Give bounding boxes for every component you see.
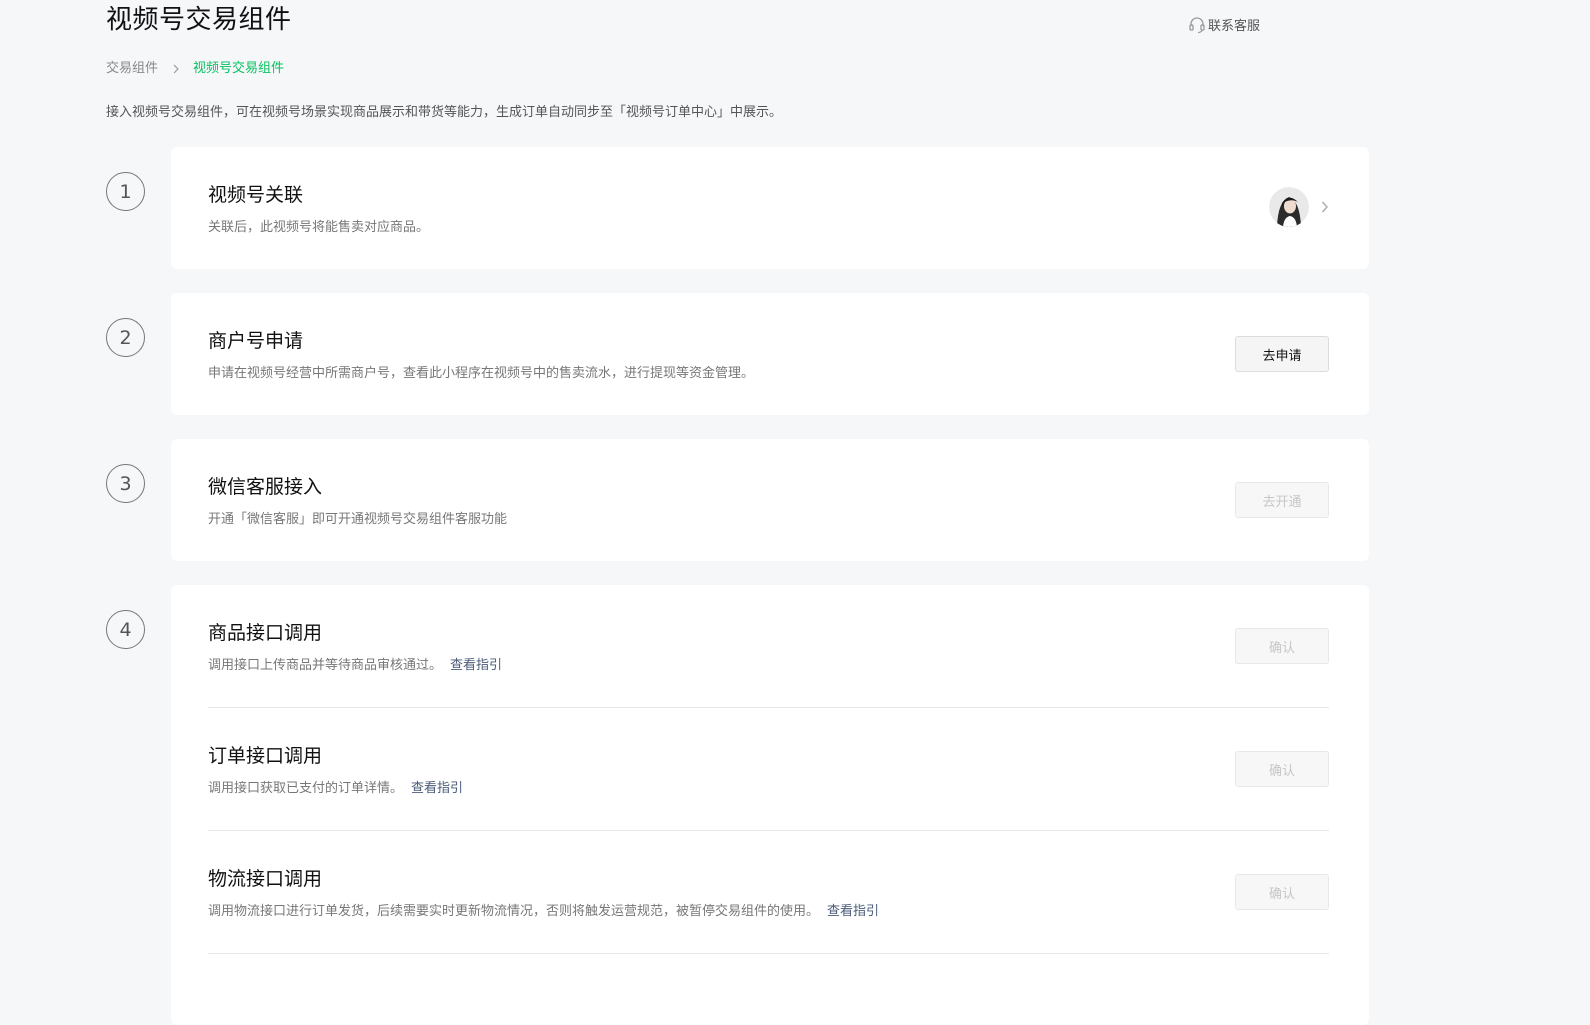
description-text: 调用接口上传商品并等待商品审核通过。 — [208, 658, 443, 673]
step-title: 商品接口调用 — [208, 622, 323, 644]
step-card-merchant: 商户号申请 申请在视频号经营中所需商户号，查看此小程序在视频号中的售卖流水，进行… — [171, 293, 1369, 415]
description-text: 调用接口获取已支付的订单详情。 — [208, 781, 404, 796]
page-title: 视频号交易组件 — [106, 5, 292, 35]
step-description: 申请在视频号经营中所需商户号，查看此小程序在视频号中的售卖流水，进行提现等资金管… — [208, 366, 755, 381]
row-divider — [208, 953, 1329, 954]
step-row: 微信客服接入 开通「微信客服」即可开通视频号交易组件客服功能 去开通 — [208, 439, 1329, 561]
step-card-wechat-service: 微信客服接入 开通「微信客服」即可开通视频号交易组件客服功能 去开通 — [171, 439, 1369, 561]
api-row-order: 订单接口调用 调用接口获取已支付的订单详情。 查看指引 确认 — [208, 708, 1329, 831]
confirm-button[interactable]: 确认 — [1235, 751, 1329, 787]
contact-support-label: 联系客服 — [1208, 19, 1261, 34]
contact-support-link[interactable]: 联系客服 — [1188, 15, 1260, 34]
chevron-right-icon[interactable] — [1321, 199, 1329, 218]
step-description: 调用物流接口进行订单发货，后续需要实时更新物流情况，否则将触发运营规范，被暂停交… — [208, 902, 879, 922]
intro-text: 接入视频号交易组件，可在视频号场景实现商品展示和带货等能力，生成订单自动同步至「… — [106, 105, 783, 120]
step-number: 3 — [106, 464, 145, 503]
step-number: 4 — [106, 610, 145, 649]
step-description: 调用接口获取已支付的订单详情。 查看指引 — [208, 779, 463, 799]
step-title: 物流接口调用 — [208, 868, 323, 890]
step-title: 视频号关联 — [208, 184, 304, 206]
step-row: 商户号申请 申请在视频号经营中所需商户号，查看此小程序在视频号中的售卖流水，进行… — [208, 293, 1329, 415]
step-row: 视频号关联 关联后，此视频号将能售卖对应商品。 — [208, 147, 1329, 269]
step-description: 开通「微信客服」即可开通视频号交易组件客服功能 — [208, 512, 508, 527]
breadcrumb-current: 视频号交易组件 — [193, 61, 285, 76]
step-title: 商户号申请 — [208, 330, 304, 352]
breadcrumb-root-link[interactable]: 交易组件 — [106, 59, 158, 79]
enable-service-button[interactable]: 去开通 — [1235, 482, 1329, 518]
step-title: 订单接口调用 — [208, 745, 323, 767]
step-description: 关联后，此视频号将能售卖对应商品。 — [208, 220, 430, 235]
step-title: 微信客服接入 — [208, 476, 323, 498]
step-number: 1 — [106, 172, 145, 211]
apply-merchant-button[interactable]: 去申请 — [1235, 336, 1329, 372]
step-number: 2 — [106, 318, 145, 357]
breadcrumb: 交易组件 视频号交易组件 — [106, 59, 284, 79]
api-row-product: 商品接口调用 调用接口上传商品并等待商品审核通过。 查看指引 确认 — [208, 585, 1329, 708]
chevron-right-icon — [172, 63, 180, 75]
headset-icon — [1188, 16, 1206, 34]
confirm-button[interactable]: 确认 — [1235, 874, 1329, 910]
api-row-logistics: 物流接口调用 调用物流接口进行订单发货，后续需要实时更新物流情况，否则将触发运营… — [208, 831, 1329, 954]
view-guide-link[interactable]: 查看指引 — [827, 904, 879, 919]
video-account-avatar[interactable] — [1269, 187, 1309, 227]
step-card-api: 商品接口调用 调用接口上传商品并等待商品审核通过。 查看指引 确认 订单接口调用 … — [171, 585, 1369, 1025]
view-guide-link[interactable]: 查看指引 — [411, 781, 463, 796]
description-text: 调用物流接口进行订单发货，后续需要实时更新物流情况，否则将触发运营规范，被暂停交… — [208, 904, 820, 919]
view-guide-link[interactable]: 查看指引 — [450, 658, 502, 673]
step-card-video-account: 视频号关联 关联后，此视频号将能售卖对应商品。 — [171, 147, 1369, 269]
step-description: 调用接口上传商品并等待商品审核通过。 查看指引 — [208, 656, 502, 676]
confirm-button[interactable]: 确认 — [1235, 628, 1329, 664]
